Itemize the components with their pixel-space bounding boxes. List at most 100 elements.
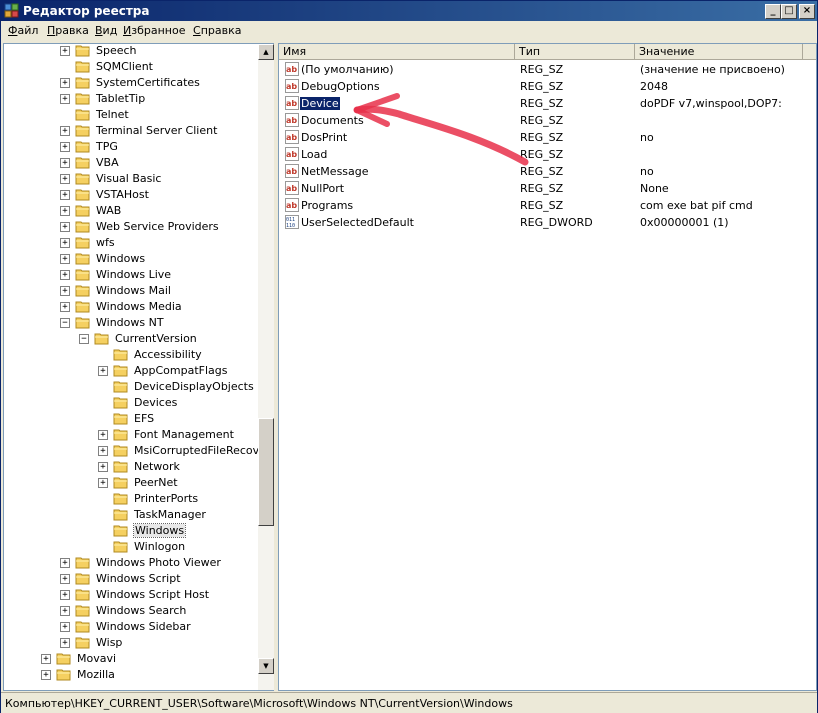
- tree-item[interactable]: + MsiCorruptedFileRecovery: [4, 443, 274, 459]
- value-row[interactable]: ab (По умолчанию) REG_SZ (значение не присв…: [279, 61, 816, 78]
- expand-icon[interactable]: +: [98, 430, 108, 440]
- menu-help[interactable]: Справка: [193, 24, 241, 37]
- tree-item[interactable]: Windows: [4, 523, 258, 539]
- tree-item[interactable]: + Windows Script Host: [4, 587, 258, 603]
- value-row[interactable]: ab NetMessage REG_SZ no: [279, 163, 816, 180]
- folder-icon: [75, 61, 90, 73]
- tree-item[interactable]: + Visual Basic: [4, 171, 258, 187]
- expand-icon[interactable]: +: [98, 366, 108, 376]
- tree-item[interactable]: + Windows: [4, 251, 258, 267]
- expand-icon[interactable]: +: [60, 574, 70, 584]
- column-header-name[interactable]: Имя: [279, 44, 515, 59]
- tree-item[interactable]: SQMClient: [4, 59, 258, 75]
- tree-item[interactable]: Accessibility: [4, 347, 258, 363]
- minimize-button[interactable]: _: [765, 4, 781, 19]
- tree-item[interactable]: + Movavi: [4, 651, 258, 667]
- tree-item[interactable]: + Windows Search: [4, 603, 258, 619]
- tree-vertical-scrollbar[interactable]: ▲ ▼: [258, 44, 274, 690]
- tree-item[interactable]: + TPG: [4, 139, 258, 155]
- expand-icon[interactable]: +: [98, 462, 108, 472]
- menu-edit[interactable]: Правка: [47, 24, 89, 37]
- expand-icon[interactable]: +: [60, 142, 70, 152]
- expand-icon[interactable]: +: [98, 446, 108, 456]
- tree-item[interactable]: PrinterPorts: [4, 491, 258, 507]
- expand-icon[interactable]: +: [60, 238, 70, 248]
- tree-item[interactable]: + Windows Mail: [4, 283, 258, 299]
- tree-item[interactable]: DeviceDisplayObjects: [4, 379, 258, 395]
- scroll-up-arrow-icon[interactable]: ▲: [258, 44, 274, 60]
- scrollbar-thumb[interactable]: [258, 418, 274, 526]
- maximize-button[interactable]: □: [781, 4, 797, 19]
- expand-icon[interactable]: +: [60, 302, 70, 312]
- column-header-data[interactable]: Значение: [635, 44, 803, 59]
- tree-item[interactable]: − CurrentVersion: [4, 331, 258, 347]
- menu-view[interactable]: Вид: [95, 24, 117, 37]
- tree-item[interactable]: + Speech: [4, 44, 258, 59]
- values-pane[interactable]: Имя Тип Значение ab (По умолчанию) REG_SZ (…: [278, 43, 817, 691]
- value-row[interactable]: 011 110 UserSelectedDefault REG_DWORD 0x0000…: [279, 214, 816, 231]
- value-row[interactable]: ab Device REG_SZ doPDF v7,winspool,DOP7:: [279, 95, 816, 112]
- key-tree-pane[interactable]: + Speech SQMClient + SystemCertificates + Tabl…: [3, 43, 275, 691]
- expand-icon[interactable]: +: [60, 46, 70, 56]
- tree-item[interactable]: + Terminal Server Client: [4, 123, 258, 139]
- expand-icon[interactable]: +: [41, 670, 51, 680]
- tree-item[interactable]: − Windows NT: [4, 315, 258, 331]
- tree-item[interactable]: + Windows Sidebar: [4, 619, 258, 635]
- value-row[interactable]: ab DosPrint REG_SZ no: [279, 129, 816, 146]
- tree-item[interactable]: + wfs: [4, 235, 258, 251]
- tree-item[interactable]: + AppCompatFlags: [4, 363, 258, 379]
- tree-item[interactable]: EFS: [4, 411, 258, 427]
- tree-item[interactable]: + Network: [4, 459, 258, 475]
- tree-item[interactable]: + Mozilla: [4, 667, 258, 683]
- expand-icon[interactable]: +: [60, 590, 70, 600]
- tree-item[interactable]: Winlogon: [4, 539, 258, 555]
- expand-icon[interactable]: +: [60, 222, 70, 232]
- title-bar[interactable]: Редактор реестра _ □ ×: [1, 1, 817, 21]
- value-row[interactable]: ab Documents REG_SZ: [279, 112, 816, 129]
- tree-item[interactable]: + Windows Live: [4, 267, 258, 283]
- scroll-down-arrow-icon[interactable]: ▼: [258, 658, 274, 674]
- close-button[interactable]: ×: [799, 4, 815, 19]
- tree-item[interactable]: + Font Management: [4, 427, 258, 443]
- expand-icon[interactable]: +: [60, 254, 70, 264]
- tree-item[interactable]: + Web Service Providers: [4, 219, 258, 235]
- expand-icon[interactable]: +: [60, 190, 70, 200]
- tree-item[interactable]: + VSTAHost: [4, 187, 258, 203]
- expand-icon[interactable]: +: [60, 286, 70, 296]
- collapse-icon[interactable]: −: [60, 318, 70, 328]
- menu-favorites[interactable]: Избранное: [123, 24, 185, 37]
- tree-item[interactable]: + Windows Media: [4, 299, 258, 315]
- value-row[interactable]: ab Programs REG_SZ com exe bat pif cmd: [279, 197, 816, 214]
- value-row[interactable]: ab Load REG_SZ: [279, 146, 816, 163]
- column-header-type[interactable]: Тип: [515, 44, 635, 59]
- pane-splitter[interactable]: [274, 43, 277, 691]
- tree-item[interactable]: + WAB: [4, 203, 258, 219]
- tree-item[interactable]: + PeerNet: [4, 475, 258, 491]
- tree-item[interactable]: + SystemCertificates: [4, 75, 258, 91]
- expand-icon[interactable]: +: [60, 158, 70, 168]
- expand-icon[interactable]: +: [60, 94, 70, 104]
- collapse-icon[interactable]: −: [79, 334, 89, 344]
- expand-icon[interactable]: +: [60, 78, 70, 88]
- expand-icon[interactable]: +: [60, 638, 70, 648]
- tree-item[interactable]: + Windows Photo Viewer: [4, 555, 258, 571]
- expand-icon[interactable]: +: [41, 654, 51, 664]
- tree-item[interactable]: + VBA: [4, 155, 258, 171]
- menu-file[interactable]: Файл: [8, 24, 38, 37]
- tree-item[interactable]: + Wisp: [4, 635, 258, 651]
- expand-icon[interactable]: +: [98, 478, 108, 488]
- expand-icon[interactable]: +: [60, 174, 70, 184]
- tree-item[interactable]: + Windows Script: [4, 571, 258, 587]
- value-row[interactable]: ab NullPort REG_SZ None: [279, 180, 816, 197]
- tree-item[interactable]: TaskManager: [4, 507, 258, 523]
- expand-icon[interactable]: +: [60, 206, 70, 216]
- tree-item[interactable]: Telnet: [4, 107, 258, 123]
- expand-icon[interactable]: +: [60, 606, 70, 616]
- expand-icon[interactable]: +: [60, 270, 70, 280]
- expand-icon[interactable]: +: [60, 558, 70, 568]
- tree-item[interactable]: Devices: [4, 395, 258, 411]
- expand-icon[interactable]: +: [60, 622, 70, 632]
- tree-item[interactable]: + TabletTip: [4, 91, 258, 107]
- expand-icon[interactable]: +: [60, 126, 70, 136]
- value-row[interactable]: ab DebugOptions REG_SZ 2048: [279, 78, 816, 95]
